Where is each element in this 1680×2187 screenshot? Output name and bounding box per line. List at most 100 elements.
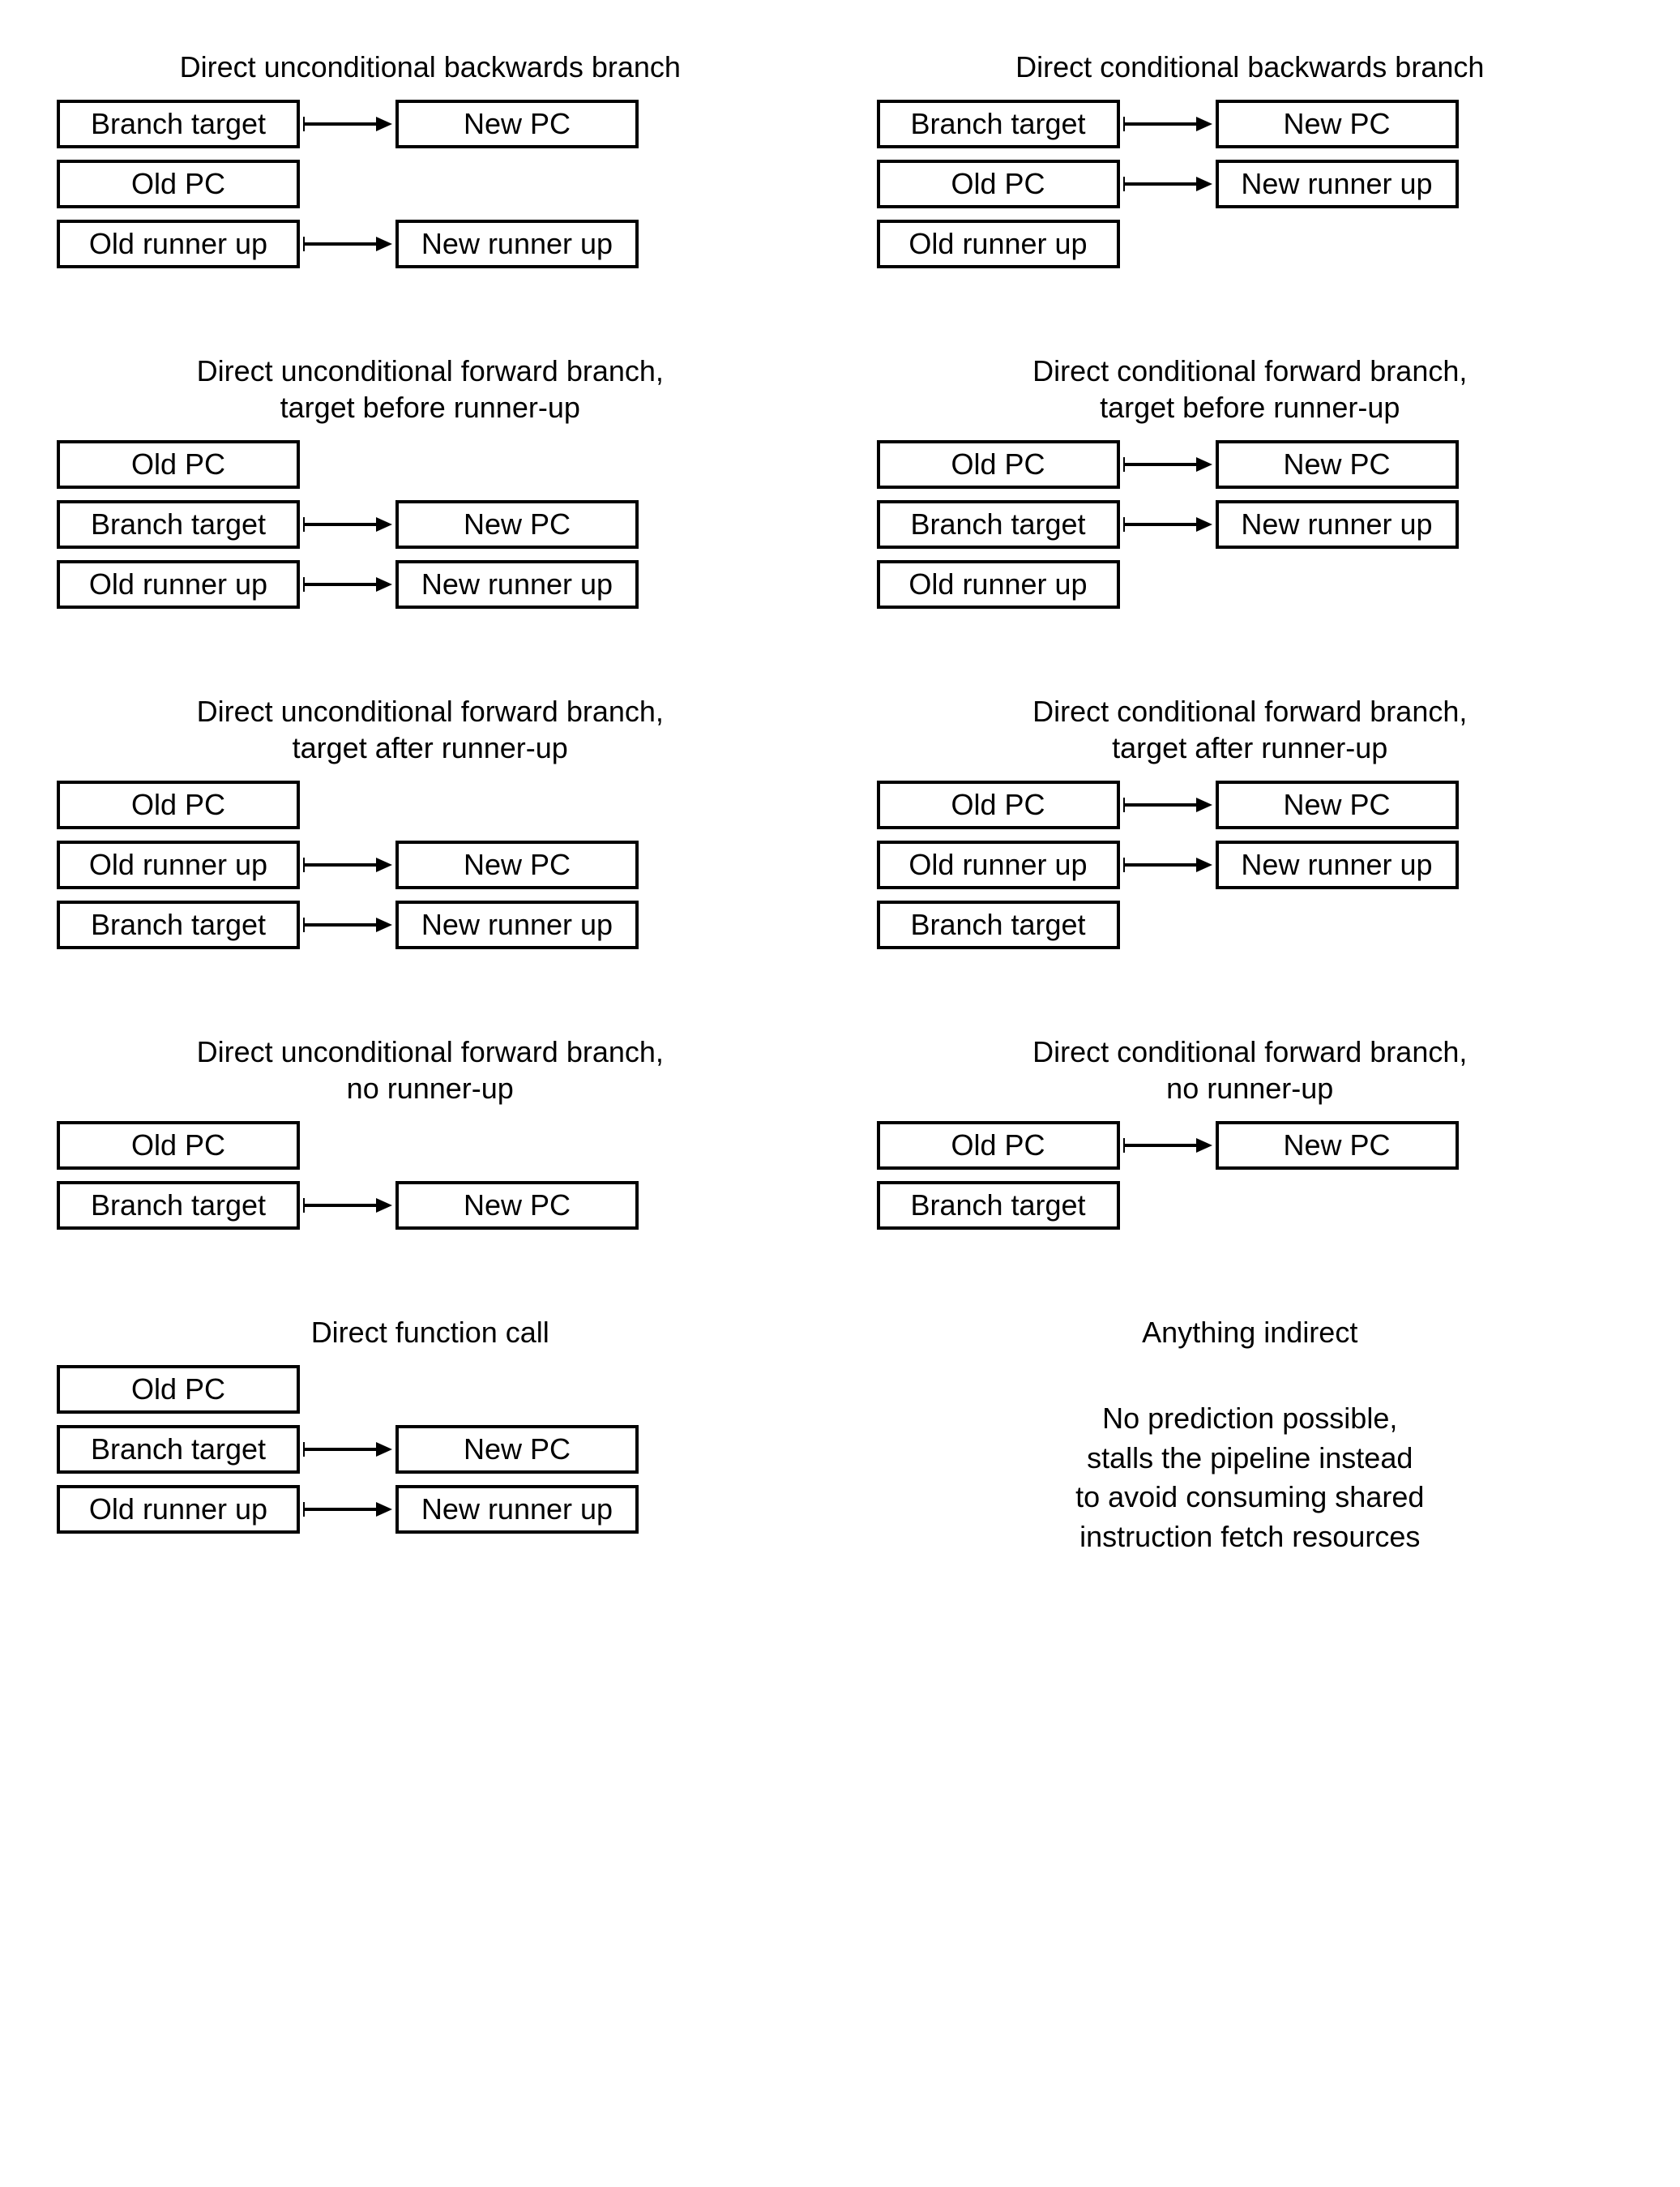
arrow-right-icon xyxy=(303,855,392,875)
old-pc-box: Old PC xyxy=(57,1121,300,1170)
new-runner-up-box: New runner up xyxy=(1216,500,1459,549)
arrow-right-icon xyxy=(303,1440,392,1459)
diagram-title: Direct unconditional forward branch,no r… xyxy=(57,1034,804,1106)
diagram-title: Direct unconditional forward branch,targ… xyxy=(57,353,804,426)
diagram-row: Old runner up New PC xyxy=(57,841,804,889)
diagram-row: Branch target xyxy=(877,901,1624,949)
note-line: stalls the pipeline instead xyxy=(877,1439,1624,1479)
branch-target-box: Branch target xyxy=(877,1181,1120,1230)
title-line: Direct unconditional forward branch, xyxy=(57,1034,804,1070)
arrow-right-icon xyxy=(1123,174,1212,194)
arrow-right-icon xyxy=(1123,114,1212,134)
branch-target-box: Branch target xyxy=(877,500,1120,549)
old-runner-up-box: Old runner up xyxy=(877,841,1120,889)
old-runner-up-box: Old runner up xyxy=(877,220,1120,268)
title-line: Direct unconditional forward branch, xyxy=(57,353,804,389)
diagram-row: Old PC New PC xyxy=(877,1121,1624,1170)
new-pc-box: New PC xyxy=(395,100,639,148)
diagram-row: Old PC xyxy=(57,160,804,208)
note-line: instruction fetch resources xyxy=(877,1517,1624,1557)
title-line: Direct unconditional backwards branch xyxy=(57,49,804,85)
diagram-row: Branch target New runner up xyxy=(57,901,804,949)
diagram-title: Direct conditional backwards branch xyxy=(877,49,1624,85)
diagram-row: Old runner up xyxy=(877,220,1624,268)
diagram-row: Old PC New runner up xyxy=(877,160,1624,208)
diagram-row: Old PC New PC xyxy=(877,781,1624,829)
title-line: no runner-up xyxy=(57,1070,804,1106)
diagram-cell-7: Direct conditional forward branch,no run… xyxy=(877,1034,1624,1241)
diagram-row: Old runner up New runner up xyxy=(877,841,1624,889)
old-pc-box: Old PC xyxy=(57,440,300,489)
old-pc-box: Old PC xyxy=(877,160,1120,208)
diagram-row: Old PC xyxy=(57,440,804,489)
diagram-row: Old runner up New runner up xyxy=(57,220,804,268)
new-runner-up-box: New runner up xyxy=(395,220,639,268)
diagram-cell-3: Direct conditional forward branch,target… xyxy=(877,353,1624,620)
diagram-cell-8: Direct function call Old PC Branch target… xyxy=(57,1314,804,1556)
new-runner-up-box: New runner up xyxy=(395,1485,639,1534)
title-line: no runner-up xyxy=(877,1070,1624,1106)
diagram-title: Direct function call xyxy=(57,1314,804,1350)
arrow-right-icon xyxy=(1123,455,1212,474)
diagram-row: Branch target New PC xyxy=(57,100,804,148)
title-line: Direct conditional forward branch, xyxy=(877,693,1624,730)
title-line: Direct function call xyxy=(57,1314,804,1350)
arrow-right-icon xyxy=(303,234,392,254)
diagram-row: Old PC xyxy=(57,1365,804,1414)
old-runner-up-box: Old runner up xyxy=(57,1485,300,1534)
old-runner-up-box: Old runner up xyxy=(57,560,300,609)
old-runner-up-box: Old runner up xyxy=(877,560,1120,609)
branch-target-box: Branch target xyxy=(57,500,300,549)
new-pc-box: New PC xyxy=(1216,440,1459,489)
diagram-row: Old runner up New runner up xyxy=(57,1485,804,1534)
arrow-right-icon xyxy=(303,114,392,134)
diagram-cell-6: Direct unconditional forward branch,no r… xyxy=(57,1034,804,1241)
title-line: Anything indirect xyxy=(877,1314,1624,1350)
diagram-row: Branch target New PC xyxy=(57,500,804,549)
new-pc-box: New PC xyxy=(1216,781,1459,829)
new-runner-up-box: New runner up xyxy=(1216,160,1459,208)
arrow-right-icon xyxy=(1123,1136,1212,1155)
diagram-title: Anything indirect xyxy=(877,1314,1624,1350)
new-pc-box: New PC xyxy=(1216,1121,1459,1170)
arrow-right-icon xyxy=(1123,515,1212,534)
note-line: No prediction possible, xyxy=(877,1399,1624,1439)
note-line: to avoid consuming shared xyxy=(877,1478,1624,1517)
branch-target-box: Branch target xyxy=(877,901,1120,949)
title-line: target after runner-up xyxy=(57,730,804,766)
diagram-row: Old runner up New runner up xyxy=(57,560,804,609)
old-pc-box: Old PC xyxy=(57,160,300,208)
diagram-title: Direct conditional forward branch,no run… xyxy=(877,1034,1624,1106)
diagram-cell-5: Direct conditional forward branch,target… xyxy=(877,693,1624,961)
diagram-cell-0: Direct unconditional backwards branch Bra… xyxy=(57,49,804,280)
diagram-row: Branch target New PC xyxy=(877,100,1624,148)
diagram-title: Direct unconditional backwards branch xyxy=(57,49,804,85)
old-pc-box: Old PC xyxy=(57,1365,300,1414)
diagram-title: Direct conditional forward branch,target… xyxy=(877,353,1624,426)
branch-target-box: Branch target xyxy=(57,1425,300,1474)
title-line: target before runner-up xyxy=(57,389,804,426)
arrow-right-icon xyxy=(303,1500,392,1519)
old-pc-box: Old PC xyxy=(877,1121,1120,1170)
diagram-title: Direct conditional forward branch,target… xyxy=(877,693,1624,766)
branch-target-box: Branch target xyxy=(57,100,300,148)
diagram-row: Branch target xyxy=(877,1181,1624,1230)
title-line: Direct conditional backwards branch xyxy=(877,49,1624,85)
diagram-row: Branch target New PC xyxy=(57,1425,804,1474)
title-line: Direct unconditional forward branch, xyxy=(57,693,804,730)
diagram-cell-2: Direct unconditional forward branch,targ… xyxy=(57,353,804,620)
new-runner-up-box: New runner up xyxy=(1216,841,1459,889)
diagram-row: Branch target New PC xyxy=(57,1181,804,1230)
title-line: target after runner-up xyxy=(877,730,1624,766)
branch-target-box: Branch target xyxy=(57,1181,300,1230)
diagram-row: Old PC New PC xyxy=(877,440,1624,489)
branch-target-box: Branch target xyxy=(57,901,300,949)
new-runner-up-box: New runner up xyxy=(395,560,639,609)
old-pc-box: Old PC xyxy=(877,440,1120,489)
diagram-cell-4: Direct unconditional forward branch,targ… xyxy=(57,693,804,961)
old-pc-box: Old PC xyxy=(877,781,1120,829)
diagram-row: Old PC xyxy=(57,781,804,829)
arrow-right-icon xyxy=(303,515,392,534)
new-pc-box: New PC xyxy=(395,1425,639,1474)
arrow-right-icon xyxy=(1123,855,1212,875)
